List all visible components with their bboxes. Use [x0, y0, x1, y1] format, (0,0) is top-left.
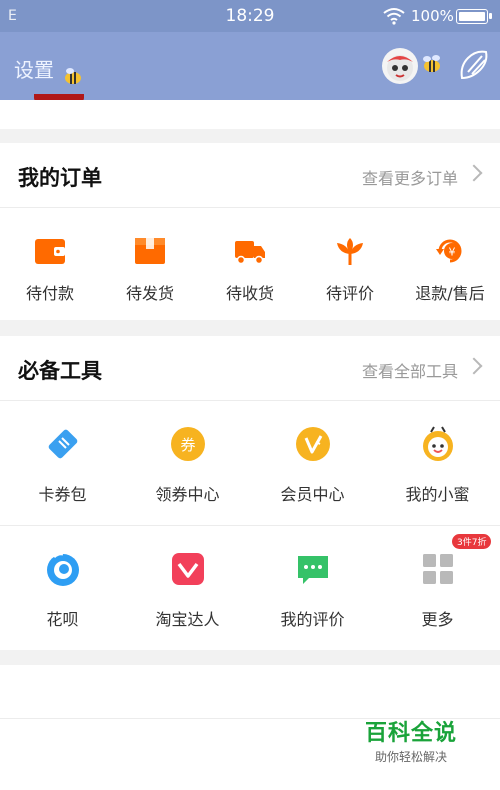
daren-icon [171, 553, 204, 585]
tools-card: 必备工具 查看全部工具 卡券包 券 领券中心 会员中心 我的小蜜 花呗 淘宝达人… [0, 336, 500, 650]
tool-taobao-daren[interactable]: 淘宝达人 [125, 550, 250, 630]
avatar[interactable] [382, 48, 418, 84]
tools-row: 卡券包 券 领券中心 会员中心 我的小蜜 [0, 401, 500, 526]
flower-icon [337, 238, 363, 265]
tools-row: 花呗 淘宝达人 我的评价 更多 3件7折 [0, 526, 500, 650]
battery-percent: 100% [411, 7, 454, 25]
tool-label: 花呗 [46, 610, 79, 629]
order-label: 待发货 [125, 284, 174, 303]
svg-text:券: 券 [180, 436, 195, 454]
comment-icon [297, 556, 328, 584]
profile-header: 设置 [0, 32, 500, 100]
bee-assistant-icon [422, 426, 453, 461]
grid-icon [422, 554, 453, 584]
svg-text:¥: ¥ [449, 246, 456, 259]
order-pending-shipment[interactable]: 待发货 [100, 236, 200, 304]
battery-icon [456, 9, 492, 24]
orders-title: 我的订单 [18, 166, 102, 190]
tool-my-xiaomi[interactable]: 我的小蜜 [375, 425, 500, 505]
bee-icon [65, 68, 81, 84]
order-label: 待付款 [25, 284, 74, 303]
tool-label: 淘宝达人 [155, 610, 220, 629]
order-refund[interactable]: ¥ 退款/售后 [400, 236, 500, 304]
skin-brush-icon[interactable] [458, 48, 490, 82]
settings-button[interactable]: 设置 [14, 54, 54, 83]
orders-card: 我的订单 查看更多订单 待付款 待发货 待收货 待评价 ¥ 退款/售后 [0, 143, 500, 320]
orders-more-link[interactable]: 查看更多订单 [362, 165, 458, 189]
tools-header[interactable]: 必备工具 查看全部工具 [0, 336, 500, 401]
order-label: 待收货 [225, 284, 274, 303]
watermark: 百科全说 助你轻松解决 [365, 715, 457, 765]
tool-coupon-center[interactable]: 券 领券中心 [125, 425, 250, 505]
order-pending-payment[interactable]: 待付款 [0, 236, 100, 304]
wifi-icon [383, 8, 405, 25]
tool-label: 卡券包 [38, 485, 87, 504]
tool-label: 更多 [421, 610, 454, 629]
tool-more[interactable]: 更多 [375, 550, 500, 630]
tool-my-reviews[interactable]: 我的评价 [250, 550, 375, 630]
promo-badge: 3件7折 [452, 534, 492, 549]
profile-strip [0, 100, 500, 129]
order-label: 退款/售后 [415, 284, 485, 303]
bee-icon [423, 55, 440, 72]
tool-label: 我的小蜜 [405, 485, 470, 504]
vip-icon [295, 427, 330, 461]
tool-vip-center[interactable]: 会员中心 [250, 425, 375, 505]
huabei-icon [46, 552, 79, 586]
status-bar: E 18:29 100% [0, 0, 500, 32]
wallet-icon [35, 239, 65, 264]
tools-more-link[interactable]: 查看全部工具 [362, 358, 458, 382]
truck-icon [235, 241, 265, 265]
order-pending-receipt[interactable]: 待收货 [200, 236, 300, 304]
tool-label: 领券中心 [155, 485, 220, 504]
refund-icon: ¥ [436, 239, 462, 263]
orders-header[interactable]: 我的订单 查看更多订单 [0, 143, 500, 208]
tool-card-wallet[interactable]: 卡券包 [0, 425, 125, 505]
cartoon-avatar-icon [387, 55, 413, 81]
tools-title: 必备工具 [18, 359, 102, 383]
tool-huabei[interactable]: 花呗 [0, 550, 125, 630]
chevron-right-icon [465, 357, 483, 375]
watermark-subtitle: 助你轻松解决 [375, 750, 448, 764]
order-label: 待评价 [325, 284, 374, 303]
tool-label: 会员中心 [280, 485, 345, 504]
watermark-title: 百科全说 [365, 721, 458, 746]
ticket-icon [48, 429, 77, 459]
chevron-right-icon [465, 164, 483, 182]
coupon-icon: 券 [170, 427, 205, 461]
order-pending-review[interactable]: 待评价 [300, 236, 400, 304]
tool-label: 我的评价 [280, 610, 345, 629]
orders-row: 待付款 待发货 待收货 待评价 ¥ 退款/售后 [0, 208, 500, 320]
box-icon [135, 238, 165, 264]
